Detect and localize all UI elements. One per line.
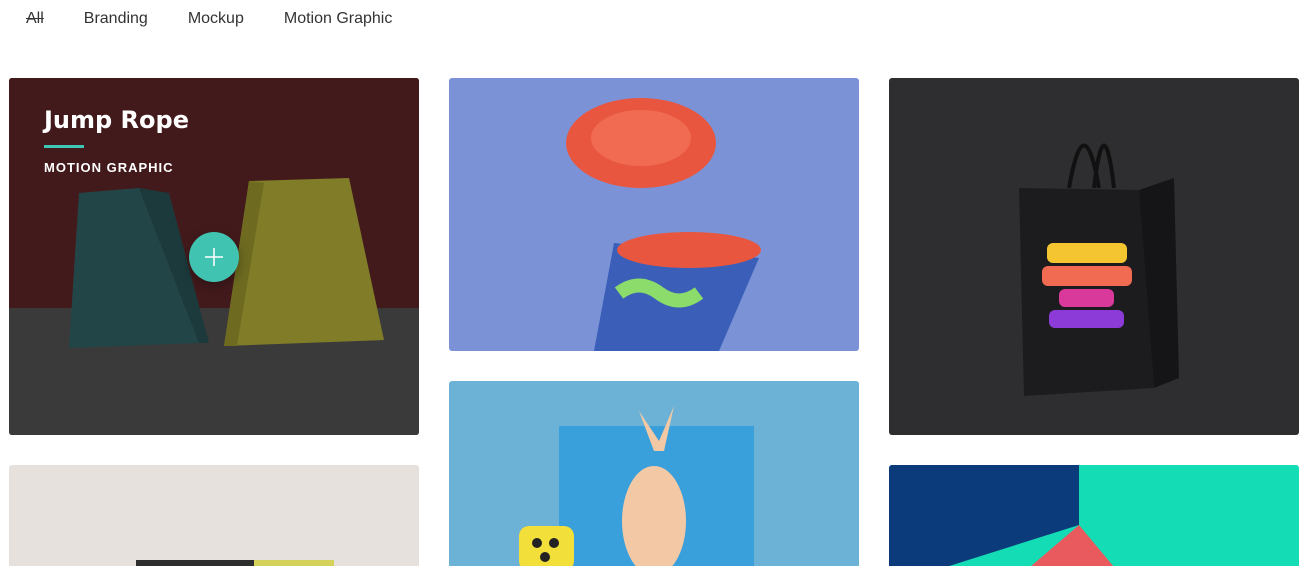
open-item-button[interactable] [189, 232, 239, 282]
shopping-bag-mockup-image [1019, 143, 1179, 396]
portfolio-item-shopping-bag[interactable] [889, 78, 1299, 435]
filter-branding[interactable]: Branding [84, 8, 148, 30]
paper-cup-mockup-image [566, 98, 761, 351]
portfolio-filter-bar: All Branding Mockup Motion Graphic [26, 8, 392, 30]
portfolio-item-category: MOTION GRAPHIC [44, 160, 174, 175]
portfolio-item-geometric[interactable] [889, 465, 1299, 566]
portfolio-item-stationery[interactable] [9, 465, 419, 566]
filter-motion-graphic[interactable]: Motion Graphic [284, 8, 393, 30]
portfolio-item-paper-cup[interactable] [449, 78, 859, 351]
plus-icon [205, 248, 223, 266]
paper-brand-mockup-image [519, 406, 754, 566]
portfolio-item-title: Jump Rope [44, 106, 189, 134]
title-accent-bar [44, 145, 84, 148]
geometric-mockup-image [889, 465, 1114, 566]
filter-all[interactable]: All [26, 8, 44, 30]
stationery-mockup-image [136, 560, 334, 566]
portfolio-item-jump-rope[interactable]: Jump Rope MOTION GRAPHIC [9, 78, 419, 435]
filter-mockup[interactable]: Mockup [188, 8, 244, 30]
portfolio-item-paper-brand[interactable] [449, 381, 859, 566]
